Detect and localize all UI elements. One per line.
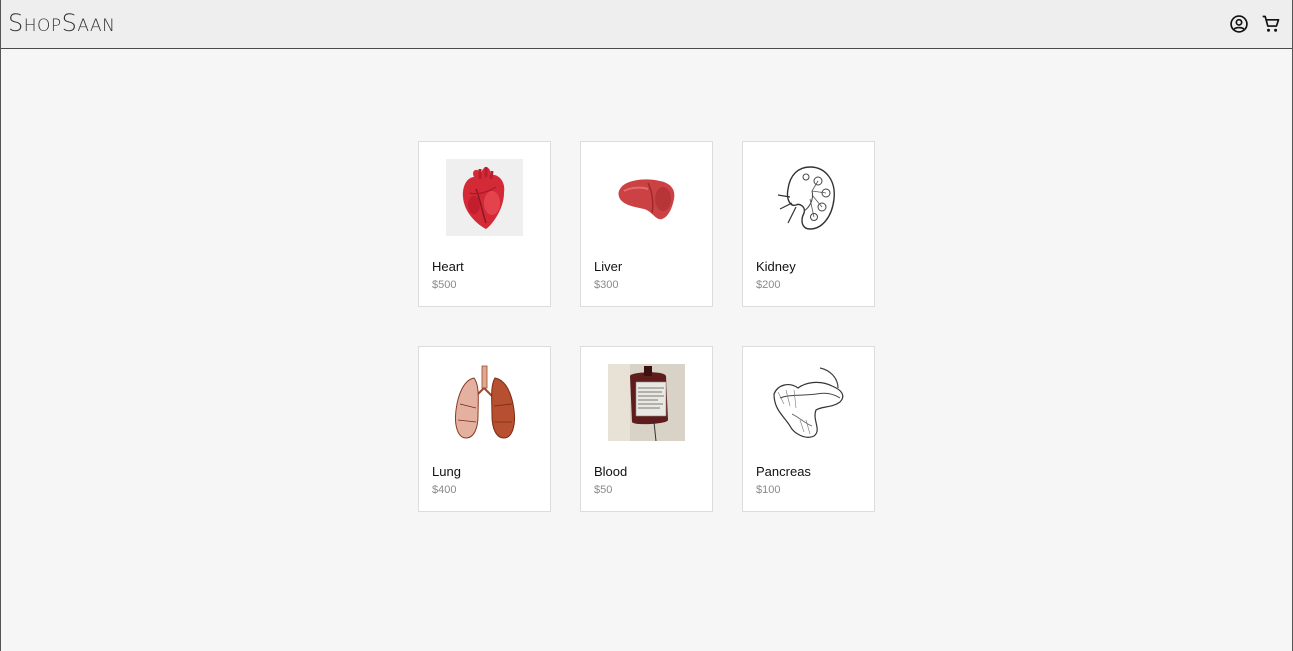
product-price: $50 (594, 484, 613, 496)
page: ShopSaan Heart $500 Liver $300 Kidney $2… (0, 0, 1293, 651)
cart-button[interactable] (1259, 12, 1283, 36)
heart-image[interactable] (446, 159, 523, 236)
product-card-heart[interactable]: Heart $500 (418, 141, 551, 307)
product-name: Liver (594, 259, 623, 274)
product-card-liver[interactable]: Liver $300 (580, 141, 713, 307)
product-card-kidney[interactable]: Kidney $200 (742, 141, 875, 307)
account-circle-icon (1230, 15, 1248, 33)
pancreas-illustration (773, 367, 844, 438)
product-price: $300 (594, 279, 619, 291)
account-button[interactable] (1227, 12, 1251, 36)
product-card-pancreas[interactable]: Pancreas $100 (742, 346, 875, 512)
product-name: Blood (594, 464, 628, 479)
product-price: $100 (756, 484, 781, 496)
heart-illustration (462, 167, 505, 229)
product-card-blood[interactable]: Blood $50 (580, 346, 713, 512)
lung-image[interactable] (446, 364, 523, 441)
product-name: Heart (432, 259, 464, 274)
product-price: $200 (756, 279, 781, 291)
kidney-illustration (777, 166, 835, 230)
product-name: Kidney (756, 259, 796, 274)
product-price: $400 (432, 484, 457, 496)
product-name: Lung (432, 464, 461, 479)
blood-bag-image[interactable] (608, 364, 685, 441)
blood-bag-illustration (608, 364, 685, 441)
kidney-image[interactable] (770, 159, 847, 236)
pancreas-image[interactable] (770, 364, 847, 441)
product-price: $500 (432, 279, 457, 291)
product-name: Pancreas (756, 464, 811, 479)
brand-logo[interactable]: ShopSaan (8, 9, 115, 37)
liver-image[interactable] (608, 159, 685, 236)
top-app-bar: ShopSaan (1, 0, 1292, 49)
liver-illustration (618, 179, 675, 220)
product-card-lung[interactable]: Lung $400 (418, 346, 551, 512)
shopping-cart-icon (1262, 15, 1280, 32)
lung-illustration (455, 365, 515, 439)
